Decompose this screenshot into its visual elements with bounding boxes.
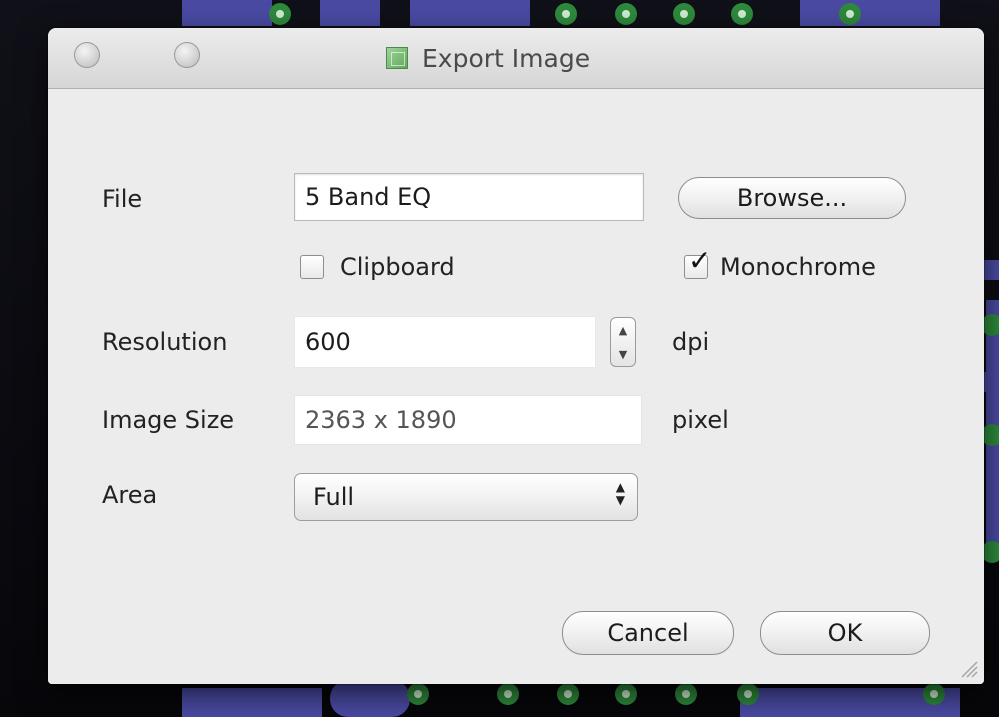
browse-button[interactable]: Browse... <box>678 177 906 219</box>
file-label: File <box>102 185 143 213</box>
stepper-up-arrow-icon[interactable]: ▲ <box>611 318 635 342</box>
resolution-stepper[interactable]: ▲ ▼ <box>610 317 636 367</box>
area-select[interactable]: Full ▲ ▼ <box>294 473 638 521</box>
window-title-group: Export Image <box>386 41 590 75</box>
area-label: Area <box>102 481 158 509</box>
image-size-value: 2363 x 1890 <box>305 406 457 434</box>
ok-button-label: OK <box>827 619 863 647</box>
area-select-value: Full <box>313 483 355 511</box>
browse-button-label: Browse... <box>736 184 848 212</box>
resolution-field[interactable]: 600 <box>294 316 596 368</box>
export-image-dialog: Export Image File 5 Band EQ Browse... Cl… <box>48 28 984 684</box>
checkmark-icon: ✓ <box>688 244 712 277</box>
title-bar[interactable]: Export Image <box>48 28 984 89</box>
minimize-window-button[interactable] <box>174 42 200 68</box>
select-updown-icon: ▲ ▼ <box>615 480 625 507</box>
dialog-content: File 5 Band EQ Browse... Clipboard ✓ Mon… <box>48 89 984 684</box>
monochrome-label[interactable]: Monochrome <box>720 253 876 281</box>
file-field[interactable]: 5 Band EQ <box>294 173 644 221</box>
clipboard-label[interactable]: Clipboard <box>340 253 455 281</box>
resize-grip-icon[interactable] <box>958 658 978 678</box>
cancel-button-label: Cancel <box>607 619 689 647</box>
monochrome-checkbox[interactable]: ✓ <box>684 247 711 279</box>
ok-button[interactable]: OK <box>760 611 930 655</box>
close-window-button[interactable] <box>74 42 100 68</box>
export-image-icon <box>386 47 408 69</box>
resolution-field-value: 600 <box>305 328 351 356</box>
image-size-field: 2363 x 1890 <box>294 395 642 445</box>
image-size-label: Image Size <box>102 406 235 434</box>
stepper-down-arrow-icon[interactable]: ▼ <box>611 342 635 366</box>
file-field-value: 5 Band EQ <box>305 183 432 211</box>
resolution-label: Resolution <box>102 328 228 356</box>
image-size-unit: pixel <box>672 406 729 434</box>
window-title: Export Image <box>422 43 591 73</box>
resolution-unit: dpi <box>672 328 710 356</box>
screen: Export Image File 5 Band EQ Browse... Cl… <box>0 0 999 717</box>
clipboard-checkbox[interactable] <box>300 255 324 279</box>
cancel-button[interactable]: Cancel <box>562 611 734 655</box>
